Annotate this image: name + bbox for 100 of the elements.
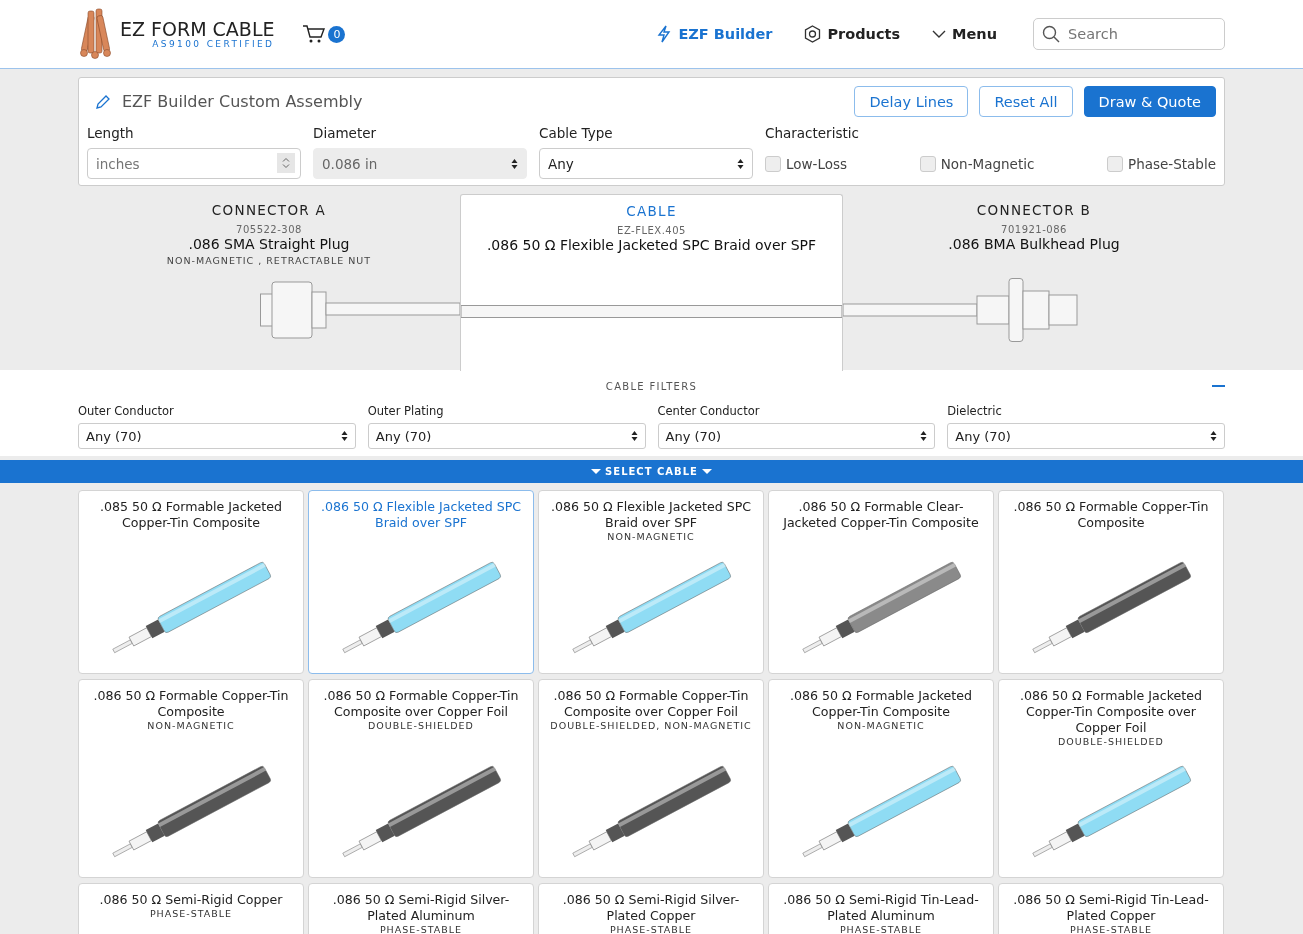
cable-title: .086 50 Ω Flexible Jacketed SPC Braid over SPF	[549, 499, 753, 531]
cable-card[interactable]: .086 50 Ω Semi-Rigid Silver-Plated Aluminum PHASE-STABLE	[308, 883, 534, 934]
search-icon	[1042, 25, 1060, 43]
checkbox[interactable]	[765, 155, 781, 172]
cable-title: .086 50 Ω Semi-Rigid Tin-Lead-Plated Aluminum	[782, 892, 980, 924]
select-cable-bar[interactable]: SELECT CABLE	[0, 460, 1303, 483]
cable-tag: PHASE-STABLE	[149, 908, 233, 919]
cable-card[interactable]: .086 50 Ω Semi-Rigid Tin-Lead-Plated Aluminum PHASE-STABLE	[768, 883, 994, 934]
length-field[interactable]: inches	[87, 148, 301, 179]
filter-label: Outer Conductor	[78, 404, 175, 418]
caret-icon	[591, 469, 602, 474]
cable-card[interactable]: .086 50 Ω Formable Jacketed Copper-Tin Composite NON-MAGNETIC	[768, 679, 994, 878]
filter-select[interactable]: Any (70)	[78, 423, 356, 449]
cable-tag: NON-MAGNETIC	[837, 720, 925, 731]
cable-card[interactable]: .086 50 Ω Formable Jacketed Copper-Tin Composite over Copper Foil DOUBLE-SHIELDED	[998, 679, 1224, 878]
select-field[interactable]: Any	[539, 148, 753, 179]
cable-title: .086 50 Ω Formable Copper-Tin Composite	[1012, 499, 1210, 531]
cable-title: .086 50 Ω Flexible Jacketed SPC Braid over SPF	[319, 499, 523, 531]
cable-tag: NON-MAGNETIC	[607, 531, 695, 542]
sort-arrows-icon	[737, 157, 744, 170]
section-heading: CABLE	[626, 203, 677, 219]
cable-card[interactable]: .086 50 Ω Formable Copper-Tin Composite over Copper Foil DOUBLE-SHIELDED, NON-MAGNETIC	[538, 679, 764, 878]
section-heading: CONNECTOR A	[211, 202, 327, 218]
chevron-down-icon	[932, 29, 947, 39]
nav-link[interactable]: Menu	[952, 26, 997, 42]
cart-icon[interactable]	[302, 24, 327, 44]
cable-card[interactable]: .086 50 Ω Formable Clear-Jacketed Copper-Tin Composite	[768, 490, 994, 674]
sort-arrows-icon	[340, 430, 348, 442]
outline-button[interactable]: Delay Lines	[854, 86, 969, 117]
checkbox[interactable]	[919, 155, 936, 172]
cable-tag: PHASE-STABLE	[1069, 924, 1153, 934]
sort-arrows-icon	[920, 430, 928, 442]
cable-tag: DOUBLE-SHIELDED, NON-MAGNETIC	[550, 720, 752, 731]
brand-tagline: AS9100 CERTIFIED	[152, 39, 275, 50]
sort-arrows-icon	[511, 157, 518, 170]
section-heading: CONNECTOR B	[976, 202, 1092, 218]
checkbox[interactable]	[1107, 155, 1124, 172]
sort-arrows-icon	[630, 430, 638, 442]
part-number: 701921-086	[1001, 224, 1067, 235]
cable-tag: PHASE-STABLE	[379, 924, 463, 934]
brand-name: EZ FORM CABLE	[120, 18, 275, 40]
part-name: .086 SMA Straight Plug	[188, 236, 350, 252]
cable-title: .086 50 Ω Formable Copper-Tin Composite over Copper Foil	[322, 688, 520, 720]
cable-card[interactable]: .086 50 Ω Semi-Rigid Silver-Plated Copper PHASE-STABLE	[538, 883, 764, 934]
filter-label: Outer Plating	[367, 404, 445, 418]
part-note: NON-MAGNETIC , RETRACTABLE NUT	[166, 255, 372, 266]
cable-card[interactable]: .086 50 Ω Semi-Rigid Tin-Lead-Plated Copper PHASE-STABLE	[998, 883, 1224, 934]
filter-select[interactable]: Any (70)	[367, 423, 646, 449]
connector-tab[interactable]: CONNECTOR B 701921-086 .086 BMA Bulkhead Plug	[843, 194, 1225, 370]
nav-link[interactable]: Products	[827, 26, 901, 42]
cable-tag: DOUBLE-SHIELDED	[368, 720, 474, 731]
checkbox-label: Non-Magnetic	[940, 155, 1035, 172]
cable-tag: DOUBLE-SHIELDED	[1058, 736, 1164, 747]
sort-arrows-icon	[1210, 430, 1217, 442]
cable-title: .086 50 Ω Formable Copper-Tin Composite	[92, 688, 290, 720]
cable-card[interactable]: .086 50 Ω Formable Copper-Tin Composite	[998, 490, 1224, 674]
field-label: Length	[87, 125, 135, 142]
pencil-icon	[95, 93, 111, 110]
cable-tag: PHASE-STABLE	[839, 924, 923, 934]
cable-card[interactable]: .086 50 Ω Formable Copper-Tin Composite over Copper Foil DOUBLE-SHIELDED	[308, 679, 534, 878]
cable-tab[interactable]: CABLE EZ-FLEX.405 .086 50 Ω Flexible Jacketed SPC Braid over SPF	[460, 194, 843, 371]
search-field[interactable]: Search	[1033, 18, 1225, 50]
builder-title: EZF Builder Custom Assembly	[122, 92, 363, 111]
copper-cables-logo-icon	[78, 7, 114, 61]
checkbox-label: Phase-Stable	[1128, 155, 1216, 172]
stepper-icon[interactable]	[282, 157, 290, 169]
cable-title: .086 50 Ω Semi-Rigid Silver-Plated Copper	[561, 892, 741, 924]
cable-card[interactable]: .085 50 Ω Formable Jacketed Copper-Tin Composite	[78, 490, 304, 674]
cable-title: .086 50 Ω Formable Jacketed Copper-Tin Composite	[789, 688, 973, 720]
part-number: EZ-FLEX.405	[617, 225, 686, 236]
outline-button[interactable]: Reset All	[979, 86, 1073, 117]
field-label: Cable Type	[539, 125, 614, 142]
checkbox-label: Low-Loss	[786, 155, 848, 172]
filter-select[interactable]: Any (70)	[947, 423, 1225, 449]
nav-link[interactable]: EZF Builder	[678, 26, 773, 42]
cable-title: .086 50 Ω Formable Clear-Jacketed Copper-Tin Composite	[781, 499, 980, 531]
part-number: 705522-308	[236, 224, 302, 235]
cable-tag: NON-MAGNETIC	[147, 720, 235, 731]
cable-card[interactable]: .086 50 Ω Flexible Jacketed SPC Braid over SPF NON-MAGNETIC	[538, 490, 764, 674]
filter-select[interactable]: Any (70)	[657, 423, 936, 449]
cable-card[interactable]: .086 50 Ω Formable Copper-Tin Composite NON-MAGNETIC	[78, 679, 304, 878]
cable-card[interactable]: .086 50 Ω Flexible Jacketed SPC Braid over SPF	[308, 490, 534, 674]
cable-title: .086 50 Ω Formable Copper-Tin Composite over Copper Foil	[552, 688, 750, 720]
cable-tag: PHASE-STABLE	[609, 924, 693, 934]
cable-title: .086 50 Ω Formable Jacketed Copper-Tin Composite over Copper Foil	[1019, 688, 1203, 736]
connector-tab[interactable]: CONNECTOR A 705522-308 .086 SMA Straight Plug NON-MAGNETIC , RETRACTABLE NUT	[78, 194, 460, 370]
cable-title: .086 50 Ω Semi-Rigid Copper	[99, 892, 283, 908]
filters-heading: CABLE FILTERS	[605, 380, 698, 392]
cable-title: .086 50 Ω Semi-Rigid Tin-Lead-Plated Copper	[1012, 892, 1210, 924]
field-label: Characteristic	[765, 125, 860, 142]
cart-count-badge: 0	[328, 25, 346, 43]
primary-button[interactable]: Draw & Quote	[1083, 86, 1216, 117]
part-name: .086 50 Ω Flexible Jacketed SPC Braid over SPF	[486, 237, 817, 253]
cable-title: .085 50 Ω Formable Jacketed Copper-Tin Composite	[99, 499, 283, 531]
field-label: Diameter	[313, 125, 378, 142]
caret-icon	[701, 469, 712, 474]
cable-card[interactable]: .086 50 Ω Semi-Rigid Copper PHASE-STABLE	[78, 883, 304, 934]
part-name: .086 BMA Bulkhead Plug	[948, 236, 1120, 252]
filter-label: Center Conductor	[657, 404, 761, 418]
hexagon-icon	[804, 25, 822, 43]
